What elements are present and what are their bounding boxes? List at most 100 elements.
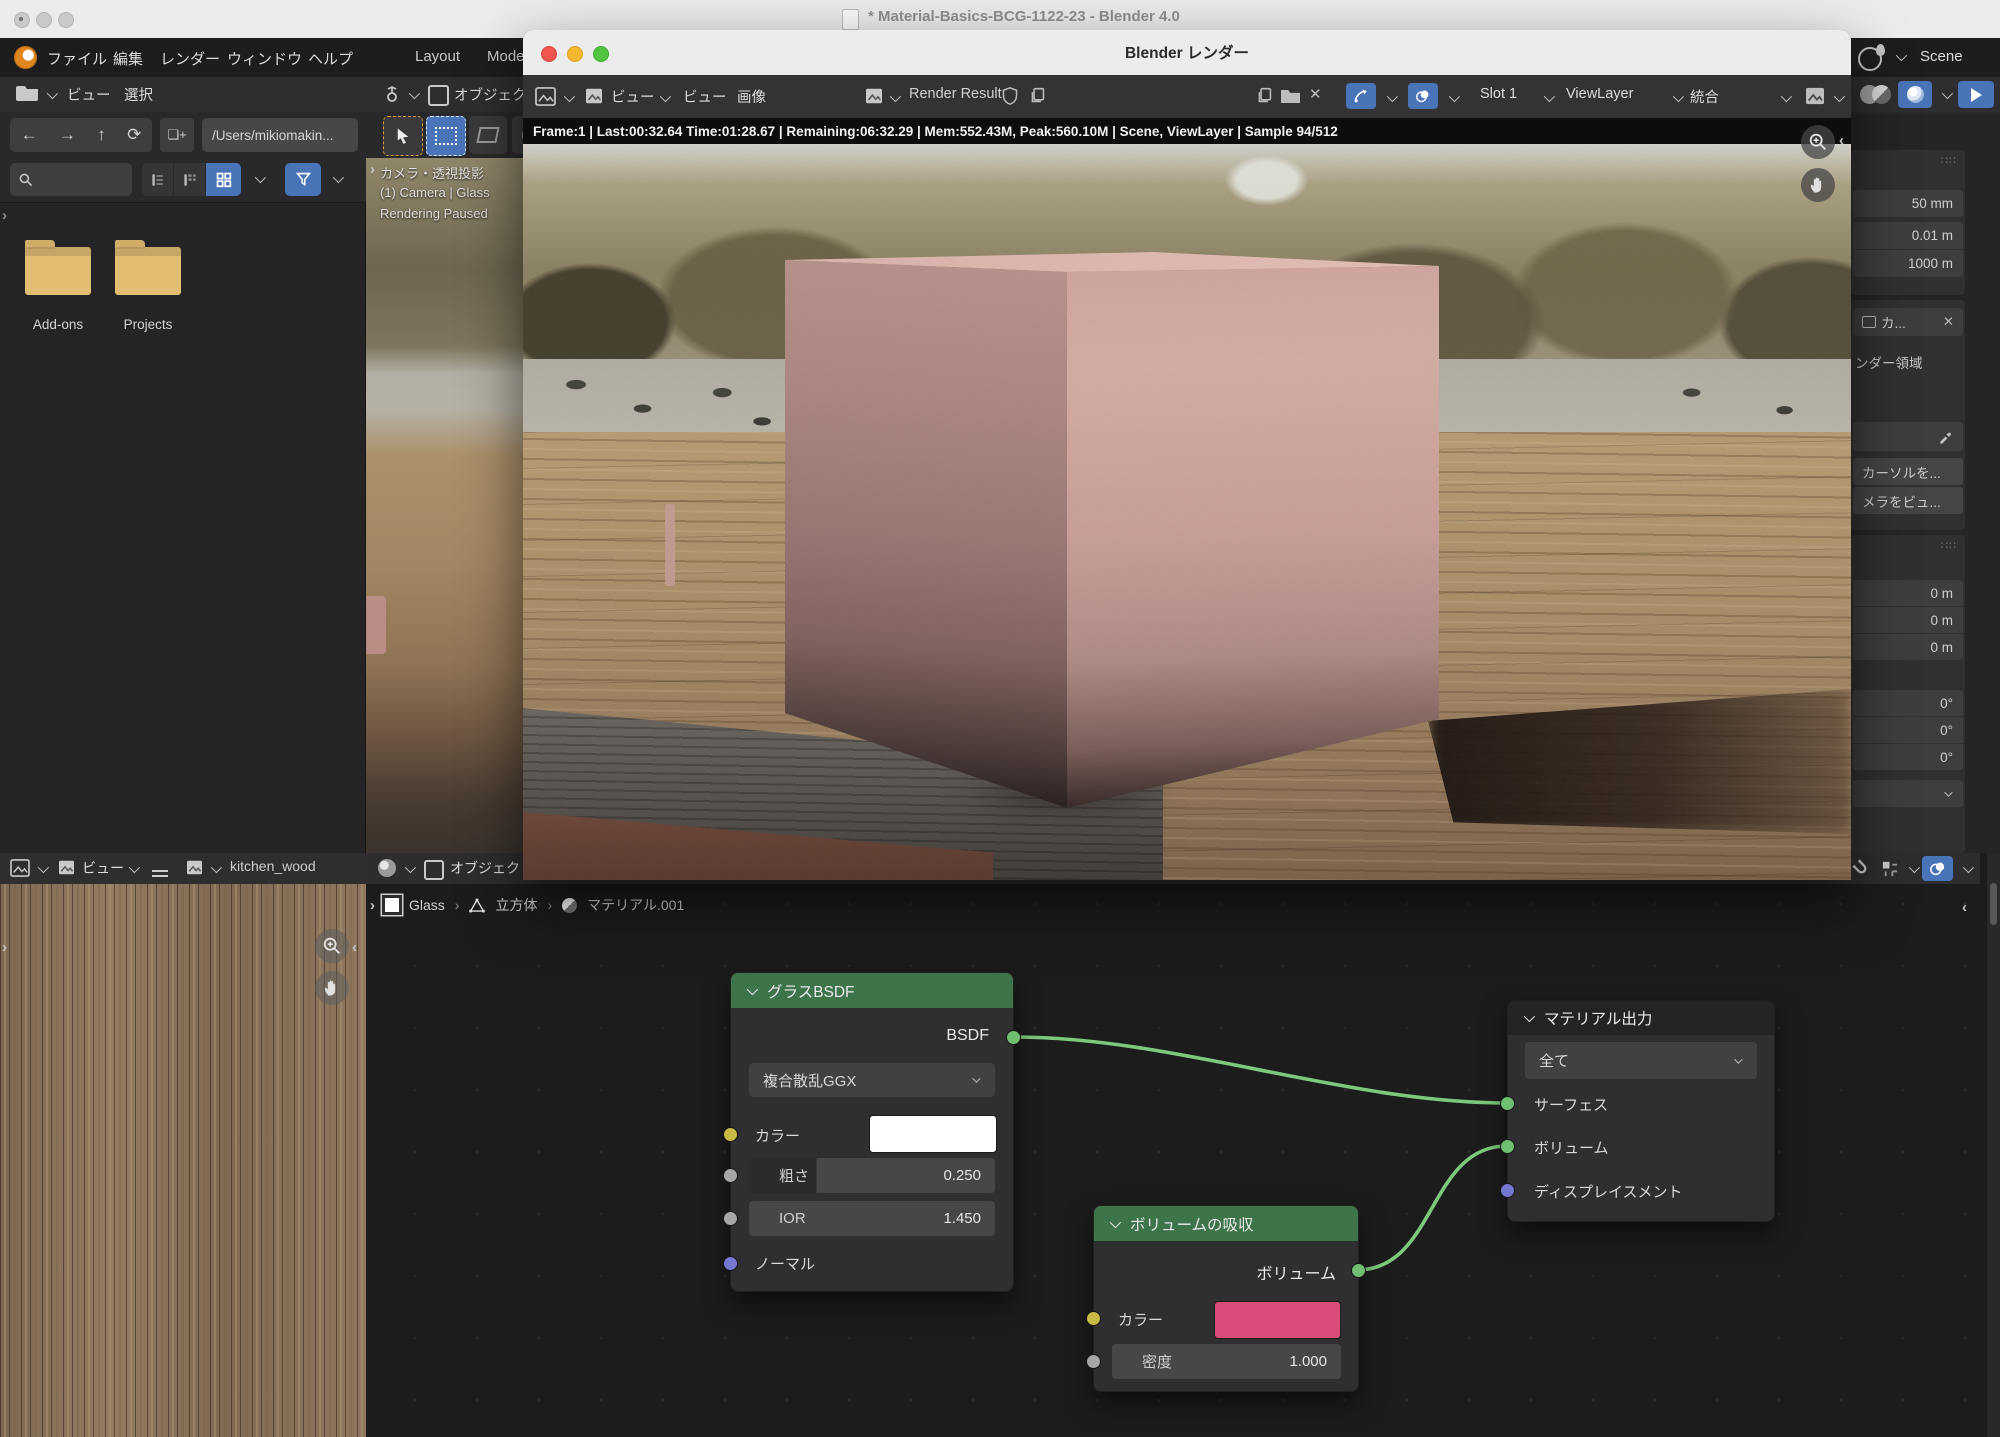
open-folder-icon[interactable] xyxy=(1281,90,1300,103)
menu-image[interactable]: 画像 xyxy=(737,86,766,107)
render-window-titlebar[interactable]: Blender レンダー xyxy=(523,30,1851,75)
image-name-label[interactable]: kitchen_wood xyxy=(230,858,316,874)
macos-minimize-button[interactable] xyxy=(36,12,52,28)
display-vertical-list-button[interactable] xyxy=(142,163,173,196)
collapse-chevron-icon[interactable] xyxy=(747,983,758,994)
scene-selector[interactable]: Scene xyxy=(1920,48,1963,65)
menu-file[interactable]: ファイル xyxy=(47,48,107,69)
mode-chevron-icon[interactable] xyxy=(660,91,671,102)
editor-type-image-icon[interactable] xyxy=(535,87,556,106)
node-editor-mode-label[interactable]: オブジェク xyxy=(450,858,520,878)
normal-input-socket[interactable] xyxy=(723,1256,738,1271)
display-horizontal-list-button[interactable] xyxy=(174,163,205,196)
file-browser-menu-view[interactable]: ビュー xyxy=(67,84,111,105)
editor-type-chevron-icon[interactable] xyxy=(409,88,420,99)
folder-item-projects-label[interactable]: Projects xyxy=(90,317,206,332)
ior-input-socket[interactable] xyxy=(723,1211,738,1226)
unlink-x-icon[interactable]: ✕ xyxy=(1309,85,1322,103)
editor-type-chevron-icon[interactable] xyxy=(564,91,575,102)
search-input[interactable] xyxy=(10,163,132,196)
editor-type-shader-icon[interactable] xyxy=(378,859,396,877)
pin-toggle-button[interactable] xyxy=(1346,83,1376,109)
rotation-z-field[interactable]: 0° xyxy=(1853,744,1963,770)
material-output-node[interactable]: マテリアル出力 全て サーフェス ボリューム ディスプレイスメント xyxy=(1507,1000,1775,1222)
menu-view[interactable]: ビュー xyxy=(683,86,727,107)
panel-grip[interactable]: ∷∷ xyxy=(1941,154,1957,167)
overlay-toggle-button[interactable] xyxy=(1922,856,1953,881)
editor-type-chevron-icon[interactable] xyxy=(38,862,49,873)
zoom-in-button[interactable] xyxy=(315,929,349,963)
blender-logo-icon[interactable] xyxy=(14,46,37,69)
image-datablock-chevron-icon[interactable] xyxy=(211,862,222,873)
snap-magnet-icon[interactable] xyxy=(1848,855,1875,882)
new-folder-button[interactable]: ❏+ xyxy=(160,118,194,152)
location-z-field[interactable]: 0 m xyxy=(1853,634,1963,660)
ior-slider[interactable]: IOR 1.450 xyxy=(749,1201,995,1236)
rotation-y-field[interactable]: 0° xyxy=(1853,717,1963,743)
editor-type-chevron-icon[interactable] xyxy=(47,88,58,99)
folder-icon[interactable] xyxy=(16,86,38,101)
clear-x-icon[interactable]: ✕ xyxy=(1943,314,1954,330)
filter-button[interactable] xyxy=(285,163,321,196)
scrollbar-thumb[interactable] xyxy=(1990,883,1997,925)
editor-type-chevron-icon[interactable] xyxy=(405,862,416,873)
location-y-field[interactable]: 0 m xyxy=(1853,607,1963,633)
volume-absorption-node-header[interactable]: ボリュームの吸収 xyxy=(1094,1206,1358,1241)
refresh-icon[interactable]: ⟳ xyxy=(127,125,141,145)
duplicate-icon[interactable] xyxy=(1029,87,1046,104)
back-arrow-icon[interactable]: ← xyxy=(21,125,38,145)
rotation-x-field[interactable]: 0° xyxy=(1853,690,1963,716)
volume-output-socket[interactable] xyxy=(1351,1263,1366,1278)
image-settings-chevron-icon[interactable] xyxy=(1834,91,1845,102)
slot-selector[interactable]: Slot 1 xyxy=(1480,86,1517,102)
density-input-socket[interactable] xyxy=(1086,1354,1101,1369)
clip-start-field[interactable]: 0.01 m xyxy=(1853,222,1963,249)
image-editor-mode-label[interactable]: ビュー xyxy=(82,858,124,878)
breadcrumb-mesh[interactable]: 立方体 xyxy=(495,895,537,915)
rendered-image[interactable] xyxy=(523,144,1851,880)
menu-help[interactable]: ヘルプ xyxy=(308,48,353,69)
rotation-mode-dropdown[interactable] xyxy=(1853,780,1963,807)
glass-bsdf-node-header[interactable]: グラスBSDF xyxy=(731,973,1013,1008)
editor-type-image-icon[interactable] xyxy=(10,859,30,877)
macos-zoom-button[interactable] xyxy=(58,12,74,28)
display-mode-chevron-icon[interactable] xyxy=(255,172,266,183)
render-play-button[interactable] xyxy=(1958,81,1994,108)
image-editor-left-toggle[interactable]: › xyxy=(2,939,7,956)
volume-input-socket[interactable] xyxy=(1500,1139,1515,1154)
snap-chevron-icon[interactable] xyxy=(1909,862,1920,873)
display-thumbnail-button[interactable] xyxy=(206,163,241,196)
render-region-label[interactable]: ンダー領域 xyxy=(1855,352,1923,372)
viewport-mode-label[interactable]: オブジェク xyxy=(454,84,527,105)
roughness-input-socket[interactable] xyxy=(723,1168,738,1183)
volume-absorption-node[interactable]: ボリュームの吸収 ボリューム カラー 密度 1.000 xyxy=(1093,1205,1359,1392)
clip-end-field[interactable]: 1000 m xyxy=(1853,250,1963,277)
file-browser-menu-select[interactable]: 選択 xyxy=(124,84,153,105)
roughness-slider[interactable]: 粗さ 0.250 xyxy=(749,1158,995,1193)
location-x-field[interactable]: 0 m xyxy=(1853,580,1963,606)
density-slider[interactable]: 密度 1.000 xyxy=(1112,1344,1341,1379)
image-settings-icon[interactable] xyxy=(1805,87,1825,105)
surface-input-socket[interactable] xyxy=(1500,1096,1515,1111)
new-image-icon[interactable] xyxy=(1256,87,1273,104)
workspace-tab-modeling[interactable]: Mode xyxy=(487,48,525,65)
wood-texture-image[interactable] xyxy=(0,884,366,1437)
glass-color-swatch[interactable] xyxy=(869,1115,997,1153)
image-datablock-chevron-icon[interactable] xyxy=(890,91,901,102)
forward-arrow-icon[interactable]: → xyxy=(59,125,76,145)
scene-chevron-icon[interactable] xyxy=(1896,50,1907,61)
pin-chevron-icon[interactable] xyxy=(1387,91,1398,102)
render-pass-selector[interactable]: 統合 xyxy=(1690,86,1719,107)
fake-user-shield-icon[interactable] xyxy=(1001,87,1019,105)
cursor-to-button[interactable]: カーソルを... xyxy=(1853,458,1963,485)
displacement-input-socket[interactable] xyxy=(1500,1183,1515,1198)
tool-tweak-button[interactable] xyxy=(383,116,423,156)
breadcrumb-material[interactable]: マテリアル.001 xyxy=(587,895,684,915)
file-browser-left-toggle[interactable]: › xyxy=(2,207,7,224)
channels-chevron-icon[interactable] xyxy=(1449,91,1460,102)
folder-item-projects-icon[interactable] xyxy=(115,247,181,295)
image-editor-right-toggle[interactable]: ‹ xyxy=(352,939,357,956)
eyedropper-field[interactable] xyxy=(1853,422,1963,451)
render-zoom-in-button[interactable] xyxy=(1801,125,1835,159)
viewport-scene-preview[interactable] xyxy=(366,158,523,853)
